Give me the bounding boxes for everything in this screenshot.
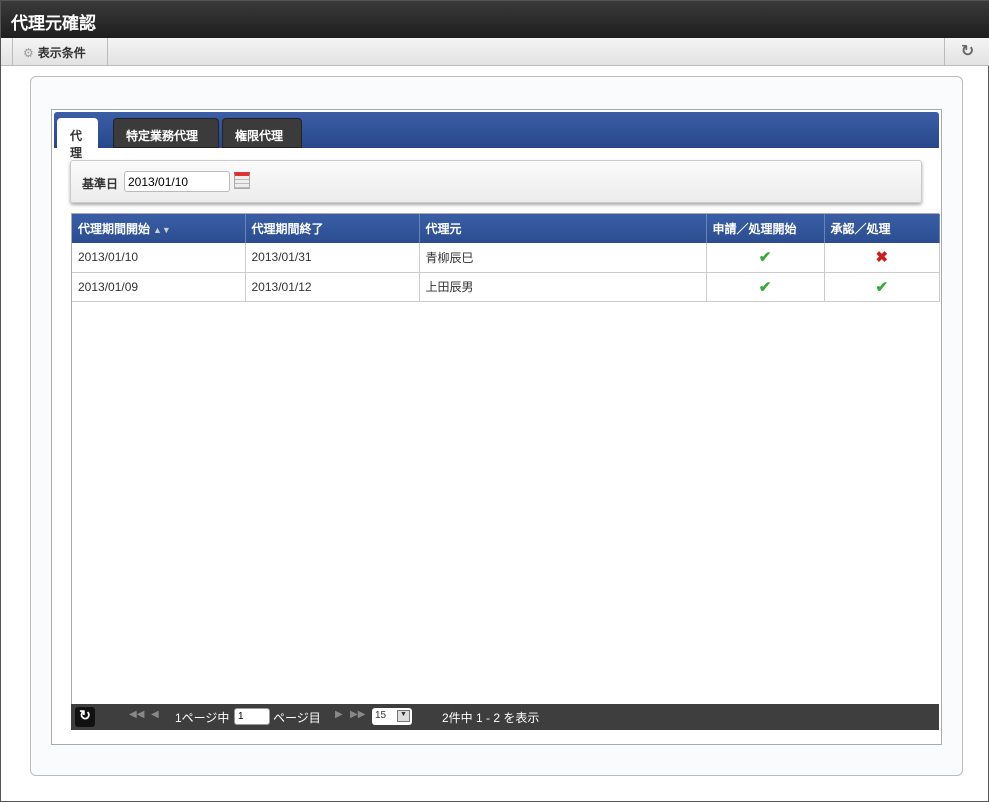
refresh-icon: ↻: [960, 41, 975, 60]
check-icon: ✔: [706, 272, 825, 302]
chevron-down-icon: ▼: [397, 710, 410, 722]
content-panel: 代理 特定業務代理 権限代理 基準日 代理期間開始▲▼ 代理期間終了 代理元 申…: [51, 109, 942, 745]
toolbar: ⚙ 表示条件 ↻: [1, 38, 989, 66]
tab-authority-proxy[interactable]: 権限代理: [222, 118, 302, 148]
calendar-icon[interactable]: [234, 172, 250, 189]
last-page-icon[interactable]: ▶▶: [350, 709, 365, 720]
col-apply[interactable]: 申請／処理開始: [706, 214, 825, 243]
record-summary: 2件中 1 - 2 を表示: [442, 711, 540, 725]
cell-start: 2013/01/10: [72, 243, 246, 273]
page-suffix: ページ目: [273, 711, 321, 725]
tab-specific-proxy[interactable]: 特定業務代理: [113, 118, 219, 148]
total-pages-text: 1ページ中: [175, 711, 230, 725]
refresh-button[interactable]: ↻: [944, 38, 989, 65]
tab-bar: 代理 特定業務代理 権限代理: [54, 112, 939, 160]
base-date-label: 基準日: [82, 177, 119, 191]
cross-icon: ✖: [824, 243, 940, 273]
table-row[interactable]: 2013/01/09 2013/01/12 上田辰男 ✔ ✔: [72, 272, 940, 302]
prev-page-icon[interactable]: ◀: [151, 709, 159, 720]
cell-start: 2013/01/09: [72, 272, 246, 302]
base-date-input[interactable]: [124, 171, 230, 192]
cell-end: 2013/01/12: [245, 272, 420, 302]
check-icon: ✔: [824, 272, 940, 302]
gear-icon: ⚙: [23, 46, 34, 60]
check-icon: ✔: [706, 243, 825, 273]
pager: ↻ ◀◀ ◀ 1ページ中 ページ目 ▶ ▶▶ 15▼ 2件中 1 - 2 を表示: [71, 704, 939, 730]
page-size-select[interactable]: 15 ▼: [372, 708, 412, 725]
table-row[interactable]: 2013/01/10 2013/01/31 青柳辰巳 ✔ ✖: [72, 243, 940, 273]
cell-source: 青柳辰巳: [419, 243, 707, 273]
window-title: 代理元確認: [1, 1, 989, 38]
col-approve[interactable]: 承認／処理: [824, 214, 940, 243]
proxy-source-grid: 代理期間開始 ▲▼ 代理期間終了 代理元 申請／処理開始 承認／処理 2013/0…: [71, 213, 940, 729]
display-conditions-label: 表示条件: [37, 46, 86, 60]
cell-source: 上田辰男: [419, 272, 707, 302]
tab-proxy[interactable]: 代理: [57, 118, 98, 160]
condition-panel: 基準日: [70, 160, 922, 203]
col-end[interactable]: 代理期間終了: [245, 214, 420, 243]
col-source[interactable]: 代理元: [419, 214, 707, 243]
pager-refresh-button[interactable]: ↻: [75, 707, 95, 727]
page-input[interactable]: [234, 708, 270, 725]
next-page-icon[interactable]: ▶: [335, 709, 343, 720]
display-conditions-button[interactable]: ⚙ 表示条件: [12, 38, 108, 65]
cell-end: 2013/01/31: [245, 243, 420, 273]
sort-icon: ▲▼: [153, 225, 171, 235]
col-start[interactable]: 代理期間開始 ▲▼: [72, 214, 246, 243]
first-page-icon[interactable]: ◀◀: [129, 709, 144, 720]
